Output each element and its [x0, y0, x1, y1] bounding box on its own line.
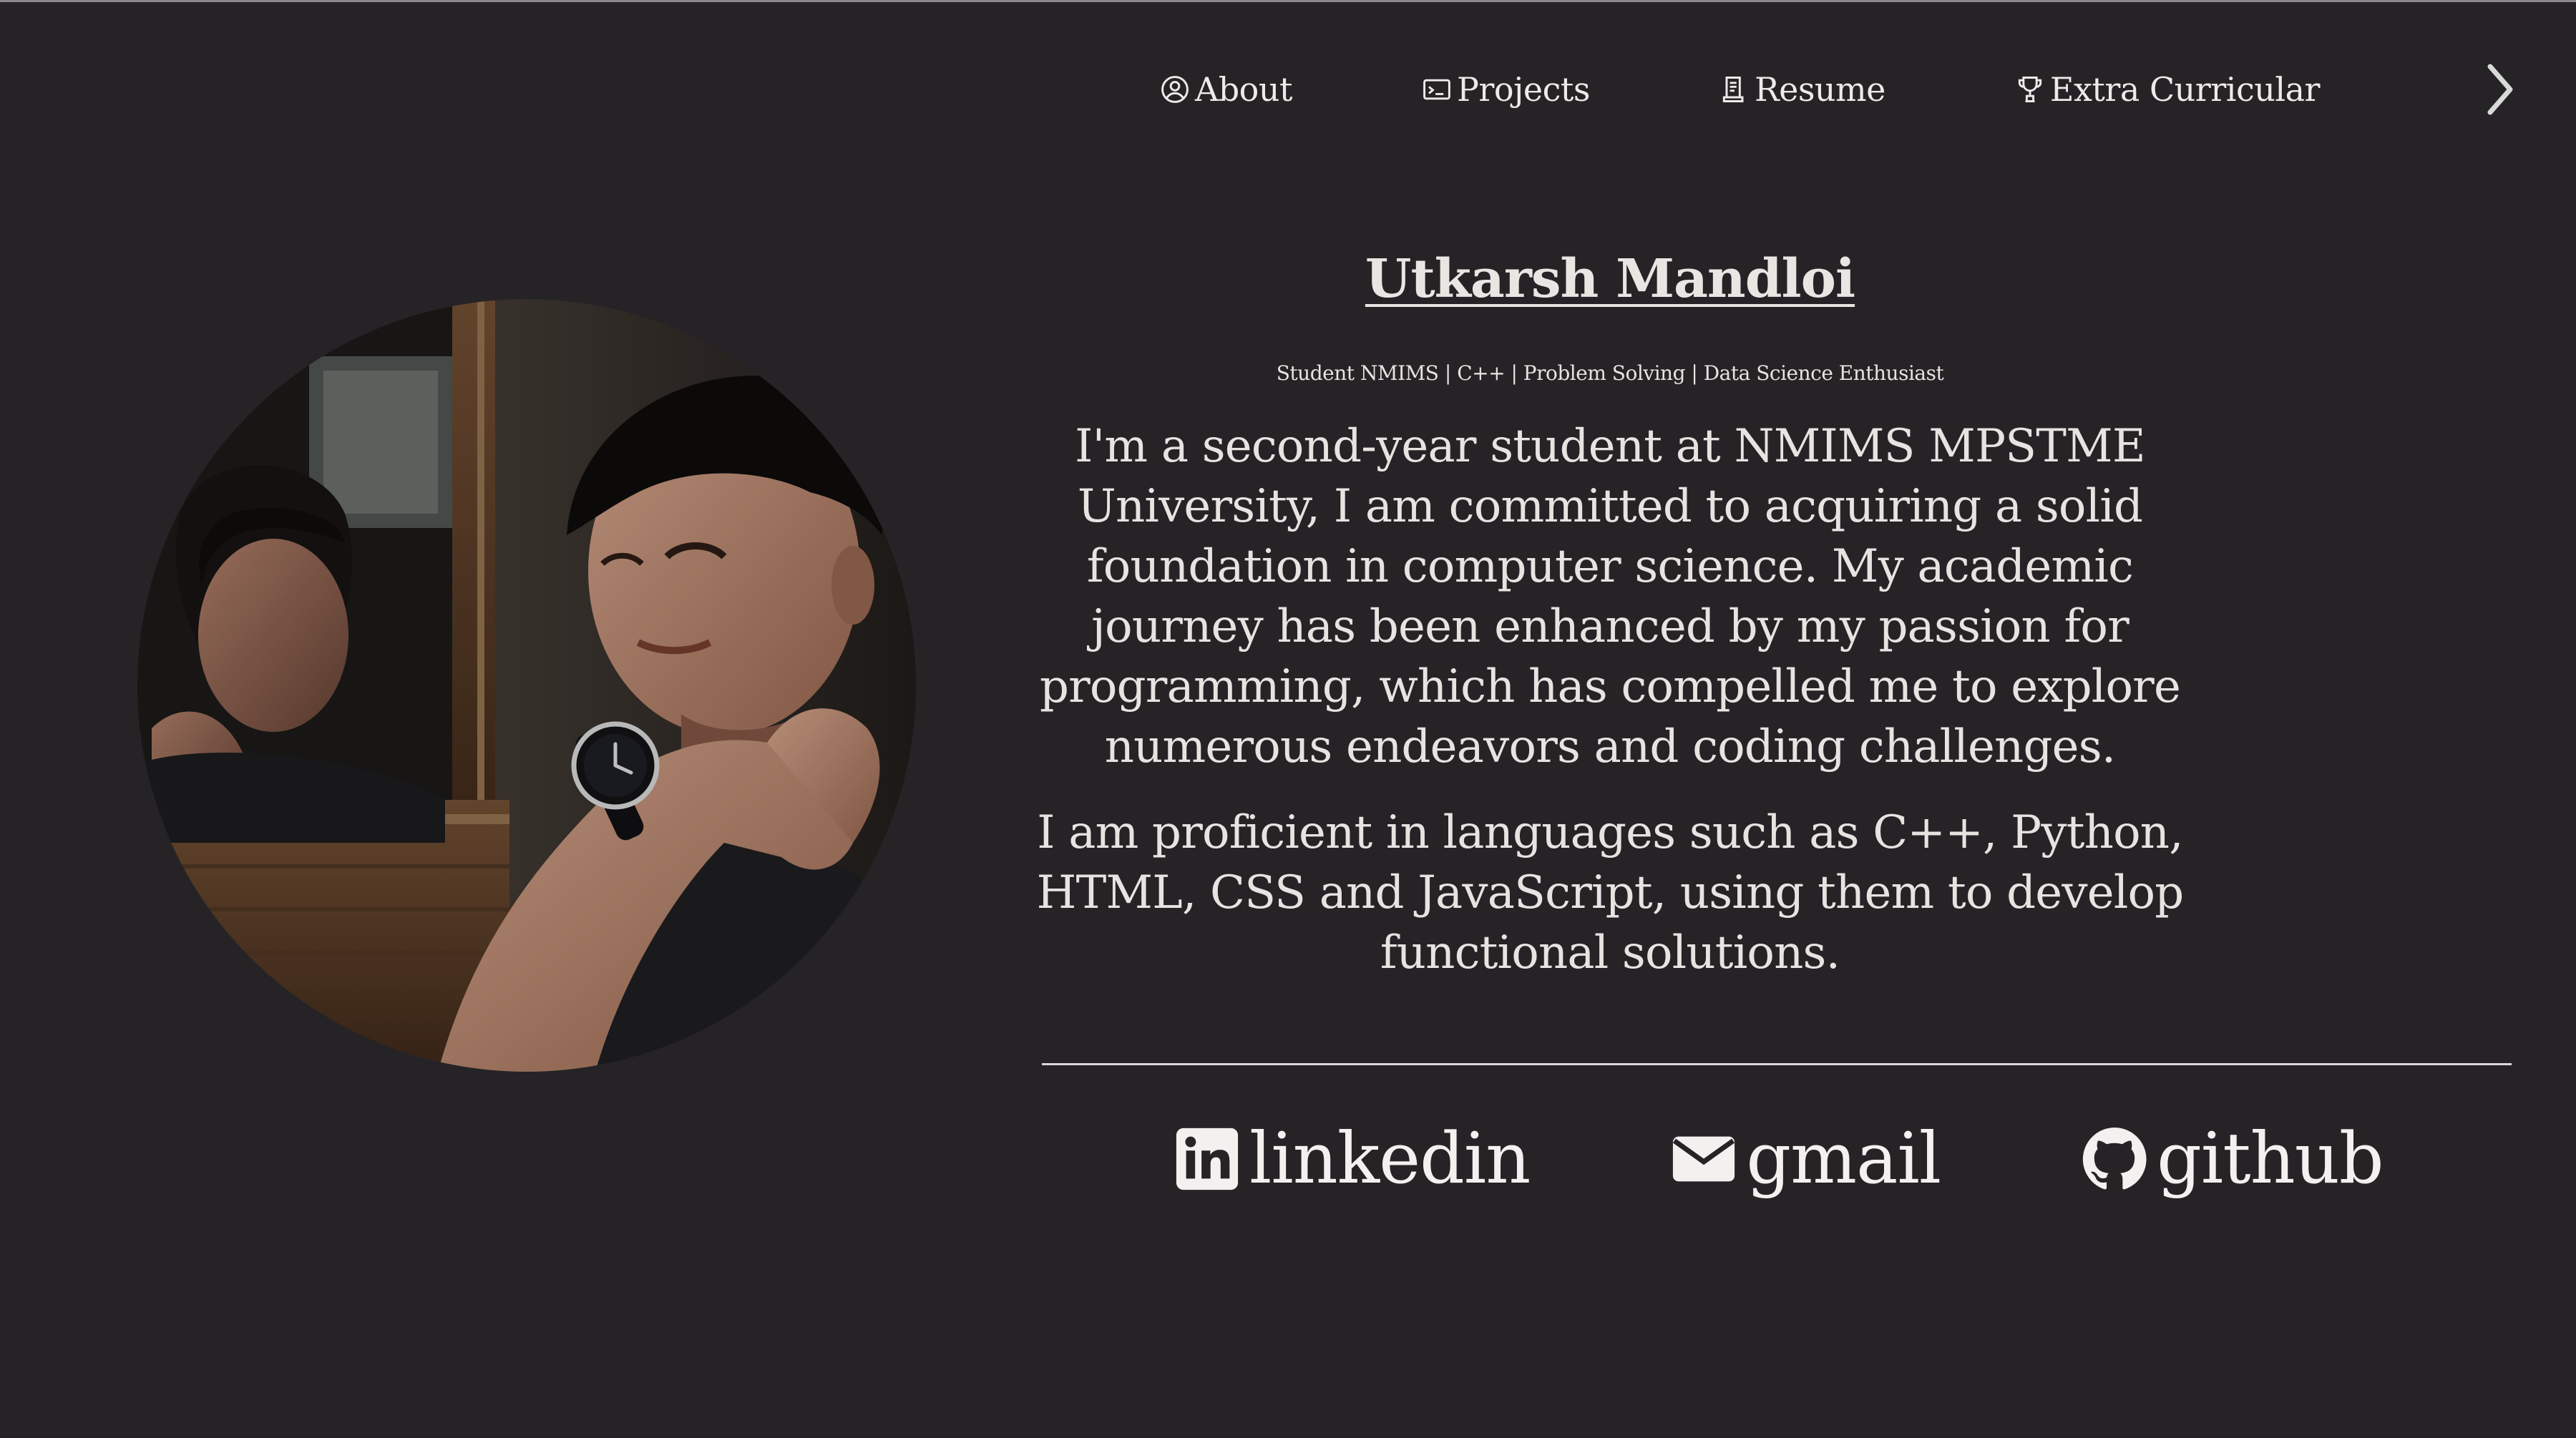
- github-label: github: [2157, 1118, 2384, 1200]
- github-link[interactable]: github: [2081, 1118, 2384, 1200]
- about-section: Utkarsh Mandloi Student NMIMS | C++ | Pr…: [1030, 243, 2190, 983]
- nav-projects[interactable]: Projects: [1421, 70, 1590, 109]
- nav-resume-label: Resume: [1754, 70, 1885, 109]
- social-links: linkedin gmail github: [1174, 1116, 2384, 1202]
- nav-projects-label: Projects: [1456, 70, 1590, 109]
- nav-resume[interactable]: Resume: [1719, 70, 1885, 109]
- linkedin-icon: [1176, 1128, 1239, 1190]
- document-icon: [1722, 77, 1744, 102]
- profile-photo-illustration: [137, 299, 916, 1072]
- profile-tagline: Student NMIMS | C++ | Problem Solving | …: [1276, 361, 1944, 385]
- top-nav: About Projects Resume Extra Curricular: [1159, 57, 2320, 122]
- chevron-right-icon: [2487, 64, 2513, 115]
- nav-about-label: About: [1195, 70, 1292, 109]
- gmail-label: gmail: [1746, 1118, 1941, 1200]
- profile-photo: [137, 299, 916, 1072]
- nav-extra-curricular-label: Extra Curricular: [2049, 70, 2321, 109]
- linkedin-link[interactable]: linkedin: [1174, 1118, 1531, 1200]
- mail-icon: [1673, 1136, 1735, 1182]
- user-circle-icon: [1161, 76, 1189, 103]
- next-page-button[interactable]: [2476, 57, 2526, 122]
- about-paragraph-2: I am proficient in languages such as C++…: [1036, 806, 2185, 979]
- trophy-icon: [2018, 77, 2042, 102]
- terminal-icon: [1423, 79, 1450, 100]
- about-paragraph-1: I'm a second-year student at NMIMS MPSTM…: [1039, 420, 2181, 773]
- github-icon: [2083, 1128, 2147, 1190]
- gmail-link[interactable]: gmail: [1670, 1118, 1941, 1200]
- linkedin-label: linkedin: [1249, 1118, 1531, 1200]
- nav-about[interactable]: About: [1159, 70, 1292, 109]
- nav-extra-curricular[interactable]: Extra Curricular: [2014, 70, 2320, 109]
- section-divider: [1042, 1063, 2512, 1065]
- profile-name: Utkarsh Mandloi: [1365, 248, 1855, 310]
- top-border: [0, 0, 2576, 2]
